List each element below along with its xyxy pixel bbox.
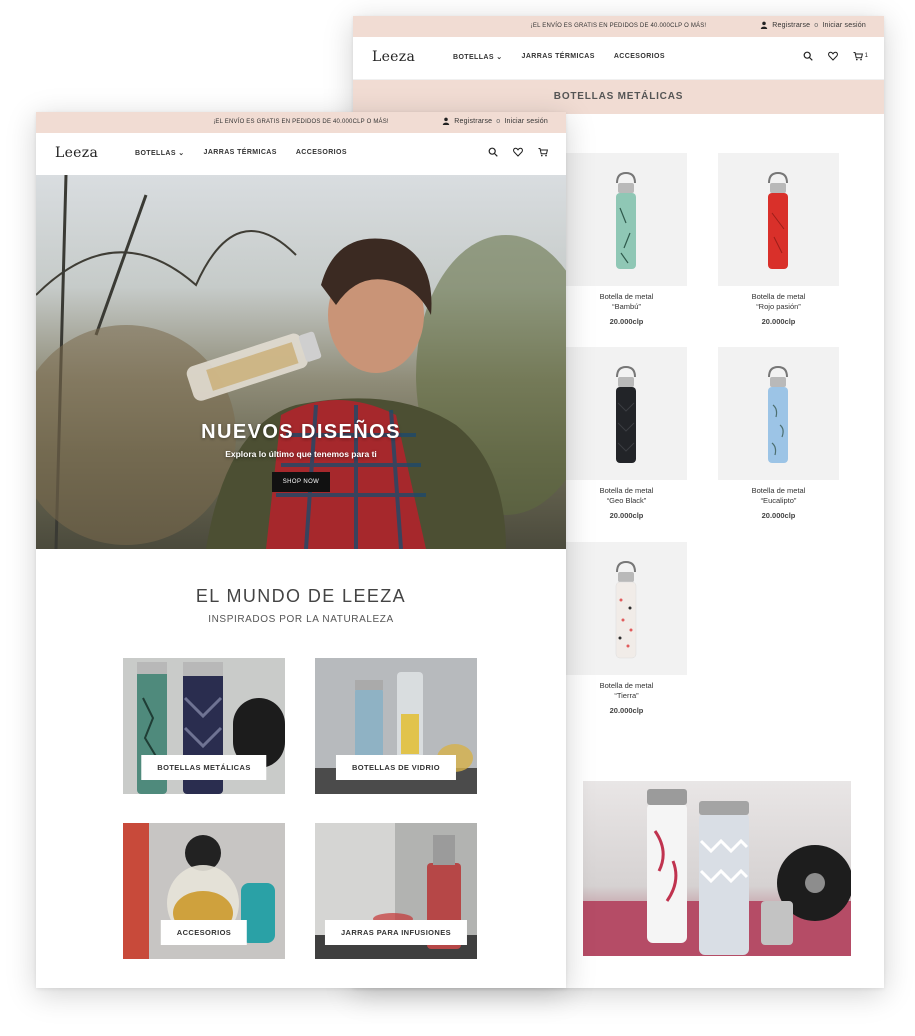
tile-label: ACCESORIOS	[160, 920, 248, 945]
tile-accesorios[interactable]: ACCESORIOS	[123, 823, 285, 959]
product-bottle-shape	[768, 387, 788, 463]
cart-icon	[853, 52, 863, 61]
tile-botellas-metalicas[interactable]: BOTELLAS METÁLICAS	[123, 658, 285, 794]
account-links: Registrarse o Iniciar sesión	[442, 117, 548, 125]
home-page-window: ¡EL ENVÍO ES GRATIS EN PEDIDOS DE 40.000…	[36, 112, 566, 988]
hero-title: NUEVOS DISEÑOS	[201, 421, 401, 443]
section-subtitle: INSPIRADOS POR LA NATURALEZA	[208, 614, 394, 625]
hero-subtitle: Explora lo último que tenemos para ti	[225, 449, 377, 459]
product-card[interactable]: Botella de metal “Geo Black” 20.000clp	[566, 347, 687, 520]
menu: BOTELLAS ⌄ JARRAS TÉRMICAS ACCESORIOS	[135, 149, 347, 157]
product-name: Botella de metal “Bambú”	[599, 292, 654, 311]
search-icon[interactable]	[803, 51, 813, 61]
product-name: Botella de metal “Tierra”	[599, 681, 654, 700]
category-title: BOTELLAS METÁLICAS	[353, 80, 884, 114]
product-card[interactable]: Botella de metal “Tierra” 20.000clp	[566, 542, 687, 715]
product-price: 20.000clp	[609, 511, 644, 520]
menu-item-accesorios[interactable]: ACCESORIOS	[296, 149, 347, 157]
product-card[interactable]: Botella de metal “Rojo pasión” 20.000clp	[718, 153, 839, 326]
product-image	[566, 347, 687, 480]
product-price: 20.000clp	[609, 317, 644, 326]
product-price: 20.000clp	[609, 706, 644, 715]
lifestyle-image	[583, 781, 851, 956]
login-link[interactable]: Iniciar sesión	[822, 22, 866, 29]
main-nav: Leeza BOTELLAS ⌄ JARRAS TÉRMICAS ACCESOR…	[353, 37, 884, 80]
promo-bar: ¡EL ENVÍO ES GRATIS EN PEDIDOS DE 40.000…	[353, 16, 884, 37]
menu-item-accesorios[interactable]: ACCESORIOS	[614, 53, 665, 61]
tile-label: BOTELLAS METÁLICAS	[141, 755, 267, 780]
account-links: Registrarse o Iniciar sesión	[760, 21, 866, 29]
promo-bar: ¡EL ENVÍO ES GRATIS EN PEDIDOS DE 40.000…	[36, 112, 566, 133]
login-link[interactable]: Iniciar sesión	[504, 118, 548, 125]
or-text: o	[814, 21, 819, 29]
product-bottle-shape	[615, 581, 637, 659]
tile-botellas-de-vidrio[interactable]: BOTELLAS DE VIDRIO	[315, 658, 477, 794]
register-link[interactable]: Registrarse	[454, 118, 492, 125]
cart-count: 1	[864, 53, 868, 59]
product-image	[566, 153, 687, 286]
product-card[interactable]: Botella de metal “Eucalipto” 20.000clp	[718, 347, 839, 520]
menu-item-botellas[interactable]: BOTELLAS ⌄	[453, 53, 503, 61]
menu-item-botellas[interactable]: BOTELLAS ⌄	[135, 149, 185, 157]
product-bottle-shape	[616, 193, 636, 269]
hero-banner: NUEVOS DISEÑOS Explora lo último que ten…	[36, 175, 566, 549]
logo[interactable]: Leeza	[372, 49, 415, 65]
user-icon	[443, 117, 450, 125]
header-icons: 1	[803, 51, 868, 61]
heart-icon[interactable]	[827, 51, 838, 61]
tile-label: BOTELLAS DE VIDRIO	[335, 755, 457, 780]
chevron-down-icon: ⌄	[178, 150, 185, 157]
product-bottle-shape	[768, 193, 788, 269]
logo[interactable]: Leeza	[55, 145, 98, 161]
product-name: Botella de metal “Geo Black”	[599, 486, 654, 505]
product-image	[718, 153, 839, 286]
hero-photo	[36, 175, 566, 549]
header-icons	[488, 147, 548, 157]
chevron-down-icon: ⌄	[496, 54, 503, 61]
menu: BOTELLAS ⌄ JARRAS TÉRMICAS ACCESORIOS	[453, 53, 665, 61]
tile-jarras-para-infusiones[interactable]: JARRAS PARA INFUSIONES	[315, 823, 477, 959]
register-link[interactable]: Registrarse	[772, 22, 810, 29]
shop-now-button[interactable]: SHOP NOW	[272, 472, 330, 492]
product-image	[566, 542, 687, 675]
product-price: 20.000clp	[761, 317, 796, 326]
product-price: 20.000clp	[761, 511, 796, 520]
menu-item-jarras[interactable]: JARRAS TÉRMICAS	[204, 149, 277, 157]
tile-label: JARRAS PARA INFUSIONES	[324, 920, 468, 945]
heart-icon[interactable]	[513, 147, 523, 157]
product-card[interactable]: Botella de metal “Bambú” 20.000clp	[566, 153, 687, 326]
product-name: Botella de metal “Eucalipto”	[751, 486, 806, 505]
user-icon	[761, 21, 768, 29]
section-title: EL MUNDO DE LEEZA	[195, 586, 407, 606]
main-nav: Leeza BOTELLAS ⌄ JARRAS TÉRMICAS ACCESOR…	[36, 133, 566, 176]
cart[interactable]: 1	[853, 51, 868, 61]
or-text: o	[496, 117, 501, 125]
cart-icon[interactable]	[538, 147, 548, 157]
product-image	[718, 347, 839, 480]
search-icon[interactable]	[488, 147, 498, 157]
product-name: Botella de metal “Rojo pasión”	[751, 292, 806, 311]
menu-item-jarras[interactable]: JARRAS TÉRMICAS	[522, 53, 595, 61]
